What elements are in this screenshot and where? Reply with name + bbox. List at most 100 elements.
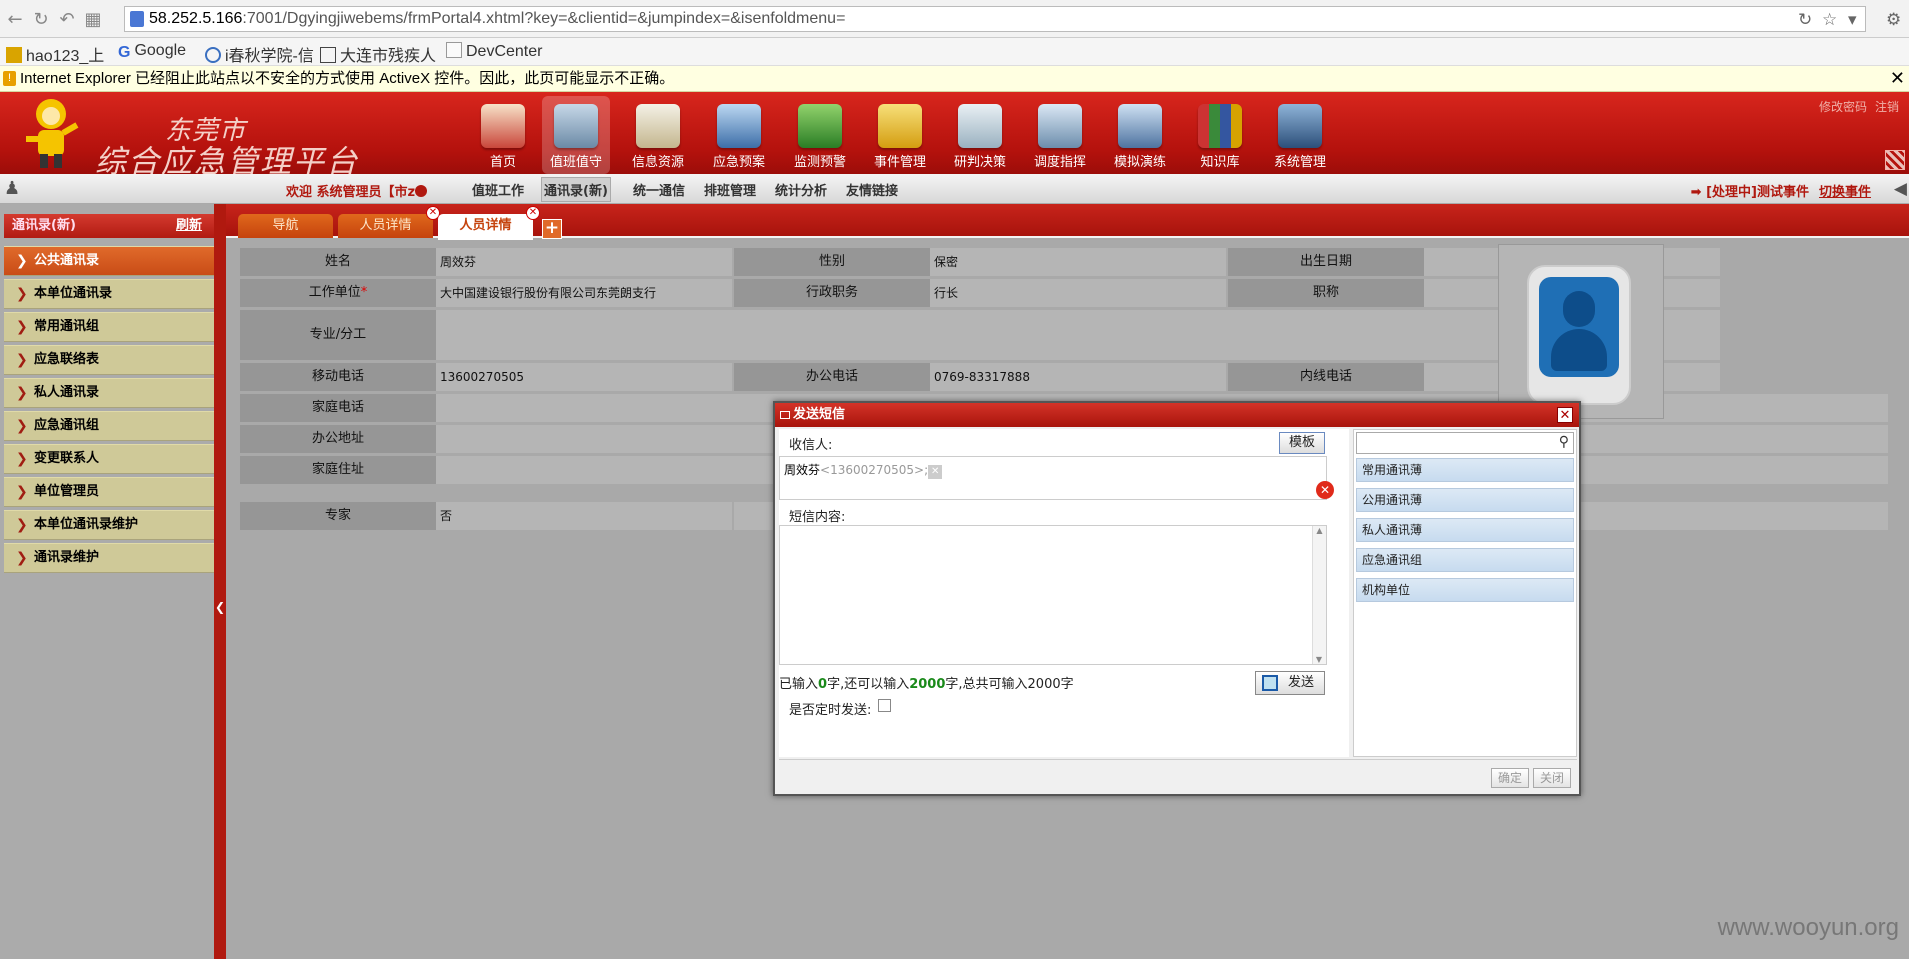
group-common-contacts[interactable]: 常用通讯薄 xyxy=(1356,458,1574,482)
send-button[interactable]: 发送 xyxy=(1255,671,1325,695)
template-button[interactable]: 模板 xyxy=(1279,432,1325,454)
refresh-icon[interactable]: ↻ xyxy=(1798,10,1812,30)
undo-icon[interactable]: ↶ xyxy=(56,9,78,31)
favorite-link[interactable]: G Google xyxy=(118,42,186,61)
gender-label: 性别 xyxy=(734,248,930,276)
close-button[interactable]: 关闭 xyxy=(1533,768,1571,788)
recipient-field[interactable]: 周效芬<13600270505>; ✕ xyxy=(779,456,1327,500)
close-icon[interactable]: ✕ xyxy=(1890,66,1905,91)
ok-button[interactable]: 确定 xyxy=(1491,768,1529,788)
sidebar-item-label: 变更联系人 xyxy=(34,451,100,466)
sidebar-item-common-groups[interactable]: ❯ 常用通讯组 xyxy=(4,312,214,342)
office-phone-label: 办公电话 xyxy=(734,363,930,391)
sidebar-splitter[interactable] xyxy=(214,204,226,959)
nav-monitor[interactable]: 监测预警 xyxy=(786,104,854,174)
dispatch-map-icon xyxy=(1038,104,1082,148)
favorite-link[interactable]: DevCenter xyxy=(446,42,542,61)
sidebar-item-private-contacts[interactable]: ❯ 私人通讯录 xyxy=(4,378,214,408)
nav-decision[interactable]: 研判决策 xyxy=(946,104,1014,174)
group-private-contacts[interactable]: 私人通讯薄 xyxy=(1356,518,1574,542)
unit-label-text: 工作单位 xyxy=(308,285,361,300)
nav-system[interactable]: 系统管理 xyxy=(1266,104,1334,174)
scroll-up-icon[interactable]: ▲ xyxy=(1313,526,1326,535)
favorite-link[interactable]: hao123_上 xyxy=(6,42,104,66)
switch-event-link[interactable]: 切换事件 xyxy=(1819,185,1871,200)
wrench-icon[interactable]: ⚙ xyxy=(1886,10,1901,30)
avatar-frame xyxy=(1527,265,1631,405)
group-organizations[interactable]: 机构单位 xyxy=(1356,578,1574,602)
collapse-sidebar-icon[interactable]: ❮ xyxy=(214,600,226,620)
sidebar-item-label: 本单位通讯录维护 xyxy=(34,517,139,532)
ext-label: 内线电话 xyxy=(1228,363,1424,391)
nav-label: 事件管理 xyxy=(873,155,926,170)
sidebar-item-emergency-groups[interactable]: ❯ 应急通讯组 xyxy=(4,411,214,441)
nav-home[interactable]: 首页 xyxy=(469,104,537,174)
dialog-title-bar[interactable]: 发送短信 ✕ xyxy=(775,403,1579,427)
alarm-icon xyxy=(798,104,842,148)
nav-drill[interactable]: 模拟演练 xyxy=(1106,104,1174,174)
scroll-down-icon[interactable]: ▼ xyxy=(1313,655,1325,664)
nav-event[interactable]: 事件管理 xyxy=(866,104,934,174)
sidebar-item-unit-contacts[interactable]: ❯ 本单位通讯录 xyxy=(4,279,214,309)
textarea-scrollbar[interactable]: ▲ ▼ xyxy=(1312,526,1326,664)
position-value: 行长 xyxy=(930,279,1226,307)
sidebar-item-unit-maintenance[interactable]: ❯ 本单位通讯录维护 xyxy=(4,510,214,540)
nav-dispatch[interactable]: 调度指挥 xyxy=(1026,104,1094,174)
sidebar-item-unit-admin[interactable]: ❯ 单位管理员 xyxy=(4,477,214,507)
mascot-logo-icon xyxy=(26,99,79,168)
sidebar-item-public-contacts[interactable]: ❯ 公共通讯录 xyxy=(4,246,214,276)
close-tab-icon[interactable]: ✕ xyxy=(526,206,540,220)
grid-icon[interactable]: ▦ xyxy=(82,9,104,31)
gender-value: 保密 xyxy=(930,248,1226,276)
dialog-close-button[interactable]: ✕ xyxy=(1557,407,1573,423)
nav-knowledge[interactable]: 知识库 xyxy=(1186,104,1254,174)
tab-person-detail-2[interactable]: 人员详情 ✕ xyxy=(438,206,540,240)
browser-toolbar: ← ↻ ↶ ▦ 58.252.5.166:7001/Dgyingjiwebems… xyxy=(0,0,1909,38)
address-bar[interactable]: 58.252.5.166:7001/Dgyingjiwebems/frmPort… xyxy=(124,6,1866,32)
menu-links[interactable]: 友情链接 xyxy=(844,180,900,199)
menu-schedule[interactable]: 排班管理 xyxy=(702,180,758,199)
office-phone-value: 0769-83317888 xyxy=(930,363,1226,391)
sidebar-item-emergency-table[interactable]: ❯ 应急联络表 xyxy=(4,345,214,375)
group-public-contacts[interactable]: 公用通讯薄 xyxy=(1356,488,1574,512)
logout-link[interactable]: 注销 xyxy=(1875,100,1899,114)
group-emergency[interactable]: 应急通讯组 xyxy=(1356,548,1574,572)
sidebar-item-contacts-maintenance[interactable]: ❯ 通讯录维护 xyxy=(4,543,214,573)
refresh-link[interactable]: 刷新 xyxy=(176,214,202,238)
nav-info[interactable]: 信息资源 xyxy=(624,104,692,174)
menu-unified-comm[interactable]: 统一通信 xyxy=(631,180,687,199)
activex-infobar[interactable]: ! Internet Explorer 已经阻止此站点以不安全的方式使用 Act… xyxy=(0,66,1909,92)
books-icon xyxy=(1198,104,1242,148)
add-tab-icon[interactable]: + xyxy=(542,219,562,239)
message-textarea[interactable]: ▲ ▼ xyxy=(779,525,1327,665)
search-icon[interactable]: ⚲ xyxy=(1559,434,1569,450)
menu-duty-work[interactable]: 值班工作 xyxy=(470,180,526,199)
nav-duty[interactable]: 值班值守 xyxy=(542,96,610,174)
back-icon[interactable]: ← xyxy=(4,9,26,31)
menu-statistics[interactable]: 统计分析 xyxy=(773,180,829,199)
dropdown-icon[interactable]: ▾ xyxy=(1848,10,1857,30)
favorite-link[interactable]: 大连市残疾人 xyxy=(320,42,436,66)
favorite-link[interactable]: i春秋学院-信 xyxy=(205,42,314,66)
current-event[interactable]: [处理中]测试事件 xyxy=(1706,185,1809,200)
menu-contacts[interactable]: 通讯录(新) xyxy=(541,177,611,202)
char-counter: 已输入0字,还可以输入2000字,总共可输入2000字 xyxy=(779,673,1074,692)
nav-plan[interactable]: 应急预案 xyxy=(705,104,773,174)
contact-search-input[interactable]: ⚲ xyxy=(1356,432,1574,454)
nav-label: 监测预警 xyxy=(793,155,846,170)
change-password-link[interactable]: 修改密码 xyxy=(1819,100,1867,114)
remove-recipient-icon[interactable]: ✕ xyxy=(928,465,943,479)
tab-person-detail-1[interactable]: 人员详情 ✕ xyxy=(338,206,440,238)
tab-navigation[interactable]: 导航 xyxy=(238,214,333,238)
speaker-icon[interactable]: ◀ xyxy=(1894,179,1907,199)
nav-label: 应急预案 xyxy=(712,155,765,170)
warning-icon: ! xyxy=(3,71,16,86)
event-links: ➡ [处理中]测试事件 切换事件 xyxy=(1691,181,1871,200)
sidebar-item-change-contact[interactable]: ❯ 变更联系人 xyxy=(4,444,214,474)
reload-icon[interactable]: ↻ xyxy=(30,9,52,31)
star-icon[interactable]: ☆ xyxy=(1822,10,1837,30)
avatar-head-icon xyxy=(1563,291,1595,327)
clear-recipients-button[interactable]: ✕ xyxy=(1316,481,1334,499)
fullscreen-icon[interactable] xyxy=(1885,150,1905,170)
schedule-checkbox[interactable] xyxy=(878,699,891,712)
